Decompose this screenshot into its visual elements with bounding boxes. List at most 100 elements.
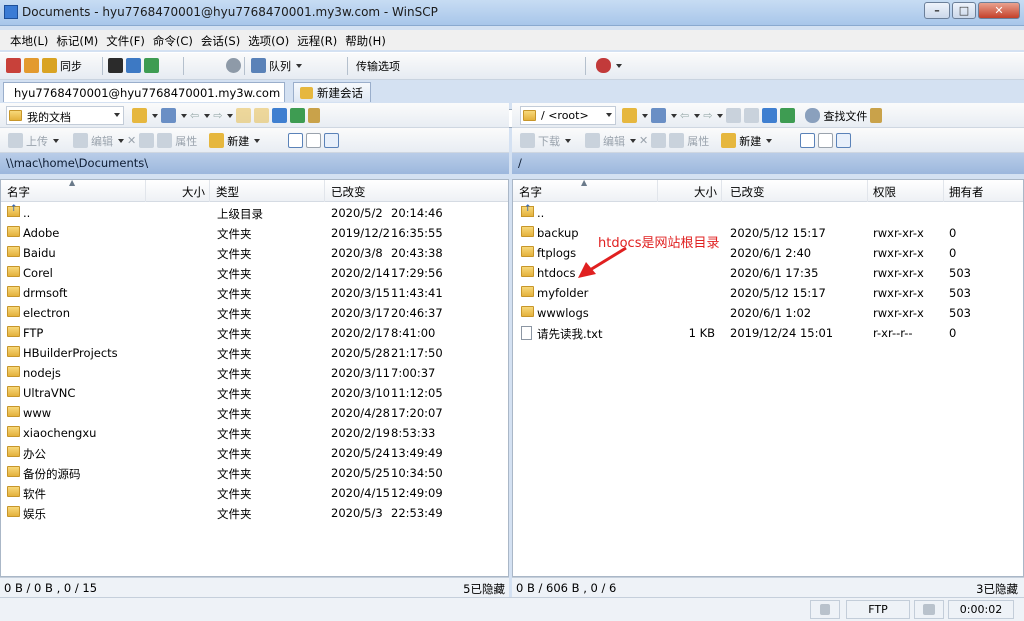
upload-dropdown-icon[interactable] <box>53 138 59 143</box>
new-dropdown-icon[interactable] <box>254 138 261 143</box>
filter-icon[interactable] <box>161 108 176 123</box>
open-dropdown-icon[interactable] <box>152 113 158 118</box>
edit-button[interactable]: 编辑 <box>603 133 625 149</box>
menu-options[interactable]: 选项(O) <box>244 31 293 51</box>
unselect-icon[interactable] <box>306 133 322 148</box>
local-location-select[interactable]: 我的文档 <box>6 106 124 125</box>
filter-select-icon[interactable] <box>324 133 340 148</box>
menu-local[interactable]: 本地(L) <box>6 31 52 51</box>
tab-session[interactable]: hyu7768470001@hyu7768470001.my3w.com <box>3 82 285 102</box>
properties-button[interactable]: 属性 <box>175 133 197 149</box>
properties-icon[interactable] <box>669 133 685 148</box>
preferences-gear-icon[interactable] <box>226 58 241 73</box>
table-row[interactable]: 软件 文件夹 2020/4/15 12:49:09 <box>1 483 508 503</box>
tree-icon[interactable] <box>308 108 321 123</box>
console-icon[interactable] <box>108 58 123 73</box>
refresh-icon[interactable] <box>290 108 306 123</box>
upload-button[interactable]: 上传 <box>26 133 48 149</box>
open-folder-icon[interactable] <box>622 108 637 123</box>
local-hidden-count[interactable]: 5已隐藏 <box>463 581 505 597</box>
table-row[interactable]: 请先读我.txt 1 KB 2019/12/24 15:01 r-xr--r-- 0 <box>513 323 1023 343</box>
tree-icon[interactable] <box>870 108 883 123</box>
table-row[interactable]: xiaochengxu 文件夹 2020/2/19 8:53:33 <box>1 423 508 443</box>
filter-icon[interactable] <box>651 108 666 123</box>
queue-button[interactable]: 队列 <box>269 58 291 74</box>
col-owner[interactable]: 拥有者 <box>949 184 984 200</box>
table-row[interactable]: www 文件夹 2020/4/28 17:20:07 <box>1 403 508 423</box>
sync-button[interactable]: 同步 <box>60 58 82 74</box>
filter-dropdown-icon[interactable] <box>181 113 187 118</box>
find-files-icon[interactable] <box>805 108 821 123</box>
back-dropdown-icon[interactable] <box>204 113 211 118</box>
table-row[interactable]: electron 文件夹 2020/3/17 20:46:37 <box>1 303 508 323</box>
menu-remote[interactable]: 远程(R) <box>293 31 341 51</box>
parent-dir-icon[interactable] <box>236 108 252 123</box>
rename-icon[interactable] <box>651 133 667 148</box>
tab-new-session[interactable]: 新建会话 <box>293 82 371 102</box>
edit-button[interactable]: 编辑 <box>91 133 113 149</box>
putty-icon[interactable] <box>126 58 141 73</box>
back-dropdown-icon[interactable] <box>694 113 701 118</box>
home-icon[interactable] <box>762 108 778 123</box>
edit-dropdown-icon[interactable] <box>630 138 636 143</box>
table-row[interactable]: .. 上级目录 2020/5/2 20:14:46 <box>1 203 508 223</box>
download-dropdown-icon[interactable] <box>565 138 571 143</box>
table-row[interactable]: Baidu 文件夹 2020/3/8 20:43:38 <box>1 243 508 263</box>
new-button[interactable]: 新建 <box>739 133 761 149</box>
home-icon[interactable] <box>272 108 288 123</box>
new-dropdown-icon[interactable] <box>766 138 773 143</box>
upload-icon[interactable] <box>8 133 23 148</box>
unselect-icon[interactable] <box>818 133 834 148</box>
download-button[interactable]: 下载 <box>538 133 560 149</box>
forward-icon[interactable]: ⇨ <box>703 109 712 122</box>
new-icon[interactable] <box>721 133 737 148</box>
col-name[interactable]: 名字 <box>7 184 30 200</box>
table-row[interactable]: FTP 文件夹 2020/2/17 8:41:00 <box>1 323 508 343</box>
parent-dir-icon[interactable] <box>726 108 742 123</box>
forward-icon[interactable]: ⇨ <box>213 109 222 122</box>
maximize-button[interactable]: □ <box>952 2 976 19</box>
open-dropdown-icon[interactable] <box>642 113 648 118</box>
back-icon[interactable]: ⇦ <box>190 109 199 122</box>
table-row[interactable]: Corel 文件夹 2020/2/14 17:29:56 <box>1 263 508 283</box>
back-icon[interactable]: ⇦ <box>680 109 689 122</box>
open-folder-icon[interactable] <box>132 108 147 123</box>
filter-select-icon[interactable] <box>836 133 852 148</box>
remote-location-select[interactable]: / <root> <box>520 106 616 125</box>
synchronize-browse-icon[interactable] <box>24 58 39 73</box>
sync-icon[interactable] <box>42 58 57 73</box>
menu-file[interactable]: 文件(F) <box>102 31 149 51</box>
table-row[interactable]: Adobe 文件夹 2019/12/2 16:35:55 <box>1 223 508 243</box>
menu-help[interactable]: 帮助(H) <box>341 31 390 51</box>
table-row[interactable]: drmsoft 文件夹 2020/3/15 11:43:41 <box>1 283 508 303</box>
rename-icon[interactable] <box>139 133 155 148</box>
properties-button[interactable]: 属性 <box>687 133 709 149</box>
delete-icon[interactable]: ✕ <box>639 134 648 147</box>
col-name[interactable]: 名字 <box>519 184 542 200</box>
new-icon[interactable] <box>209 133 225 148</box>
menu-mark[interactable]: 标记(M) <box>52 31 102 51</box>
table-row[interactable]: wwwlogs 2020/6/1 1:02 rwxr-xr-x 503 <box>513 303 1023 323</box>
remote-hidden-count[interactable]: 3已隐藏 <box>976 581 1018 597</box>
edit-icon[interactable] <box>73 133 88 148</box>
compare-icon[interactable] <box>6 58 21 73</box>
download-icon[interactable] <box>520 133 535 148</box>
disconnect-icon[interactable] <box>596 58 611 73</box>
col-changed[interactable]: 已改变 <box>331 184 366 200</box>
new-button[interactable]: 新建 <box>227 133 249 149</box>
minimize-button[interactable]: – <box>924 2 950 19</box>
delete-icon[interactable]: ✕ <box>127 134 136 147</box>
table-row[interactable]: 娱乐 文件夹 2020/5/3 22:53:49 <box>1 503 508 523</box>
forward-dropdown-icon[interactable] <box>717 113 724 118</box>
filter-dropdown-icon[interactable] <box>671 113 677 118</box>
refresh-icon[interactable] <box>780 108 796 123</box>
col-type[interactable]: 类型 <box>216 184 239 200</box>
menu-command[interactable]: 命令(C) <box>149 31 197 51</box>
refresh-session-icon[interactable] <box>144 58 159 73</box>
table-row[interactable]: UltraVNC 文件夹 2020/3/10 11:12:05 <box>1 383 508 403</box>
edit-dropdown-icon[interactable] <box>118 138 124 143</box>
select-all-icon[interactable] <box>288 133 304 148</box>
col-size[interactable]: 大小 <box>182 184 205 200</box>
table-row[interactable]: 办公 文件夹 2020/5/24 13:49:49 <box>1 443 508 463</box>
root-dir-icon[interactable] <box>744 108 760 123</box>
